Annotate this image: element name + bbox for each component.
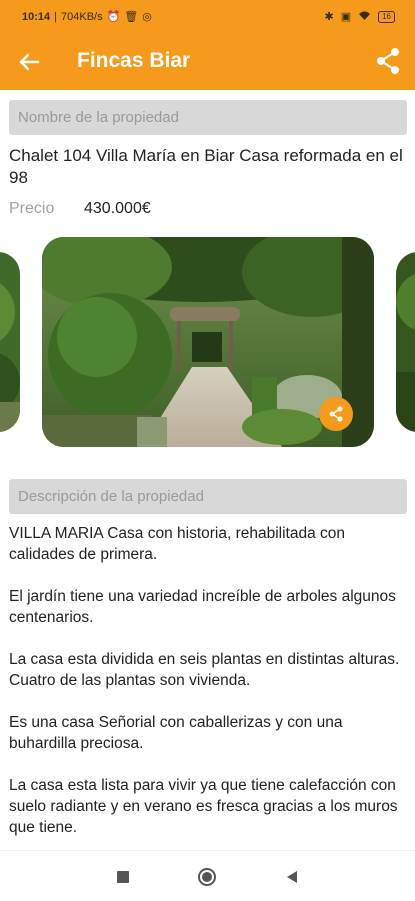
status-left: 10:14 | 704KB/s ⏰ 🗑 ◎ bbox=[22, 11, 152, 23]
description-paragraph: Es una casa Señorial con caballerizas y … bbox=[9, 714, 343, 752]
whatsapp-icon: ◎ bbox=[142, 10, 152, 23]
back-nav-button[interactable] bbox=[282, 867, 302, 887]
bluetooth-icon: ✱ bbox=[324, 10, 334, 23]
system-nav-bar bbox=[0, 850, 415, 901]
back-button[interactable] bbox=[14, 47, 46, 77]
wifi-icon bbox=[358, 10, 371, 24]
status-bar: 10:14 | 704KB/s ⏰ 🗑 ◎ ✱ ▣ 16 bbox=[0, 0, 415, 33]
share-icon bbox=[329, 406, 343, 422]
price-value: 430.000€ bbox=[84, 200, 151, 217]
alarm-icon: ⏰ bbox=[106, 10, 121, 23]
property-name: Chalet 104 Villa María en Biar Casa refo… bbox=[9, 146, 403, 187]
battery-icon: 16 bbox=[378, 11, 395, 23]
carousel-prev-image[interactable] bbox=[0, 252, 20, 432]
app-bar: Fincas Biar bbox=[0, 33, 415, 90]
page-title: Fincas Biar bbox=[77, 49, 191, 72]
home-button[interactable] bbox=[197, 867, 217, 887]
status-sep: | bbox=[54, 11, 57, 23]
image-share-button[interactable] bbox=[319, 397, 353, 431]
description-paragraph: El jardín tiene una variedad increíble d… bbox=[9, 588, 396, 626]
share-icon bbox=[377, 48, 399, 74]
triangle-back-icon bbox=[287, 871, 297, 883]
screen-icon: ▣ bbox=[340, 10, 352, 23]
battery-level: 16 bbox=[382, 12, 391, 21]
square-recent-icon bbox=[117, 871, 129, 883]
description-paragraph: VILLA MARIA Casa con historia, rehabilit… bbox=[9, 525, 346, 563]
circle-home-icon bbox=[198, 868, 216, 886]
description-paragraph: La casa esta lista para vivir ya que tie… bbox=[9, 777, 398, 836]
carousel-next-image[interactable] bbox=[396, 252, 415, 432]
recent-apps-button[interactable] bbox=[113, 867, 133, 887]
status-time: 10:14 bbox=[22, 11, 51, 23]
description-paragraph: La casa esta dividida en seis plantas en… bbox=[9, 651, 400, 689]
price-label: Precio bbox=[9, 200, 55, 217]
status-right: ✱ ▣ 16 bbox=[324, 10, 395, 24]
share-button[interactable] bbox=[373, 45, 403, 77]
property-name-label: Nombre de la propiedad bbox=[9, 100, 407, 135]
arrow-left-icon bbox=[19, 53, 40, 71]
description-text: VILLA MARIA Casa con historia, rehabilit… bbox=[9, 523, 409, 859]
description-label: Descripción de la propiedad bbox=[9, 479, 407, 514]
trash-icon: 🗑 bbox=[124, 10, 139, 23]
network-speed: 704KB/s bbox=[61, 11, 103, 23]
